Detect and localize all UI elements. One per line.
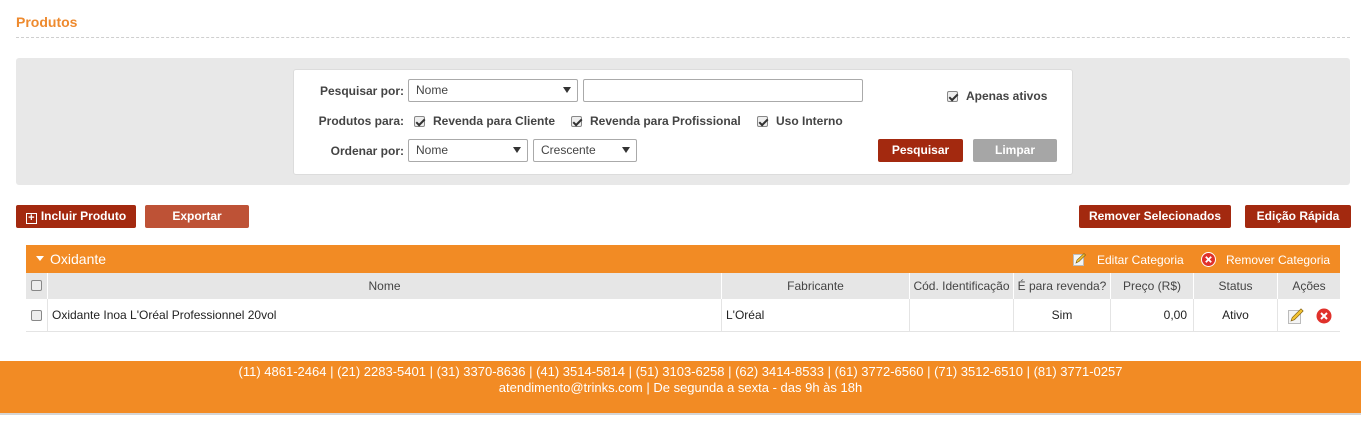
search-input[interactable] <box>583 79 863 102</box>
pencil-icon[interactable] <box>1073 253 1086 266</box>
order-by-select[interactable]: Nome <box>408 139 528 162</box>
col-nome[interactable]: Nome <box>48 273 722 299</box>
page-title: Produtos <box>16 14 78 30</box>
row-checkbox[interactable] <box>31 310 42 321</box>
footer: (11) 4861-2464 | (21) 2283-5401 | (31) 3… <box>0 361 1361 413</box>
table-row: Oxidante Inoa L'Oréal Professionnel 20vo… <box>26 299 1340 332</box>
active-only-checkbox[interactable] <box>947 91 958 102</box>
cell-status: Ativo <box>1194 299 1278 332</box>
clear-button[interactable]: Limpar <box>973 139 1057 162</box>
cell-nome: Oxidante Inoa L'Oréal Professionnel 20vo… <box>48 299 722 332</box>
category-header[interactable]: Oxidante Editar Categoria Remover Catego… <box>26 245 1340 273</box>
col-revenda[interactable]: É para revenda? <box>1014 273 1111 299</box>
remove-category-link[interactable]: Remover Categoria <box>1226 253 1330 267</box>
resale-professional-label: Revenda para Profissional <box>590 114 741 128</box>
search-by-label: Pesquisar por: <box>319 84 404 98</box>
filter-box: Pesquisar por: Nome Apenas ativos Produt… <box>293 69 1073 175</box>
chevron-down-icon <box>622 147 630 153</box>
search-button[interactable]: Pesquisar <box>878 139 963 162</box>
col-preco[interactable]: Preço (R$) <box>1111 273 1194 299</box>
internal-use-checkbox[interactable] <box>757 116 768 127</box>
order-by-value: Nome <box>416 143 449 157</box>
edit-category-link[interactable]: Editar Categoria <box>1097 253 1184 267</box>
order-direction-select[interactable]: Crescente <box>533 139 637 162</box>
select-all-checkbox[interactable] <box>31 280 42 291</box>
search-by-select[interactable]: Nome <box>408 79 578 102</box>
category-name: Oxidante <box>50 251 107 267</box>
col-acoes: Ações <box>1292 279 1326 293</box>
add-product-label: Incluir Produto <box>40 209 127 223</box>
active-only-label: Apenas ativos <box>966 89 1048 103</box>
search-by-value: Nome <box>416 83 449 97</box>
cell-actions <box>1278 299 1340 332</box>
footer-contact: atendimento@trinks.com | De segunda a se… <box>498 380 863 395</box>
title-divider <box>16 37 1350 38</box>
col-status[interactable]: Status <box>1194 273 1278 299</box>
select-all-cell <box>26 273 48 299</box>
cell-codigo <box>910 299 1014 332</box>
order-direction-value: Crescente <box>541 143 596 157</box>
remove-selected-button[interactable]: Remover Selecionados <box>1079 205 1231 228</box>
footer-divider <box>0 413 1361 415</box>
cell-fabricante: L'Oréal <box>722 299 910 332</box>
products-for-label: Produtos para: <box>318 114 404 128</box>
order-by-label: Ordenar por: <box>330 144 404 158</box>
collapse-triangle-icon[interactable] <box>36 256 44 261</box>
col-fabricante[interactable]: Fabricante <box>722 273 910 299</box>
quick-edit-button[interactable]: Edição Rápida <box>1245 205 1351 228</box>
col-codigo[interactable]: Cód. Identificação <box>910 273 1014 299</box>
row-select-cell <box>26 299 48 332</box>
chevron-down-icon <box>563 87 571 93</box>
chevron-down-icon <box>513 147 521 153</box>
cell-revenda: Sim <box>1014 299 1111 332</box>
resale-client-checkbox[interactable] <box>414 116 425 127</box>
add-product-button[interactable]: + Incluir Produto <box>16 205 136 228</box>
footer-phones: (11) 4861-2464 | (21) 2283-5401 | (31) 3… <box>238 364 1123 379</box>
delete-icon[interactable] <box>1316 308 1332 324</box>
resale-professional-checkbox[interactable] <box>571 116 582 127</box>
resale-client-label: Revenda para Cliente <box>433 114 556 128</box>
internal-use-label: Uso Interno <box>776 114 843 128</box>
edit-icon[interactable] <box>1288 308 1304 324</box>
cell-preco: 0,00 <box>1111 299 1194 332</box>
export-button[interactable]: Exportar <box>145 205 249 228</box>
remove-circle-icon[interactable] <box>1201 252 1216 267</box>
table-header: Nome Fabricante Cód. Identificação É par… <box>26 273 1340 299</box>
plus-icon: + <box>25 213 37 224</box>
